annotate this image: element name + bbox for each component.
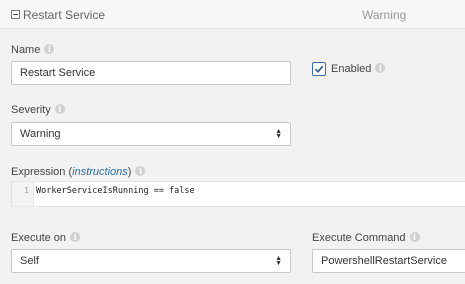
info-icon[interactable]: i xyxy=(54,104,65,114)
severity-label: Severity i xyxy=(11,104,65,116)
severity-select-value: Warning xyxy=(20,128,61,140)
execute-command-value: PowershellRestartService xyxy=(321,255,447,267)
execute-on-select-value: Self xyxy=(20,255,39,267)
header-severity: Warning xyxy=(362,8,407,22)
info-icon[interactable]: i xyxy=(409,232,420,242)
info-icon[interactable]: i xyxy=(135,166,146,176)
checkmark-icon xyxy=(314,65,324,73)
execute-command-input[interactable]: PowershellRestartService xyxy=(312,249,465,273)
instructions-link[interactable]: instructions xyxy=(72,166,128,178)
name-label: Name i xyxy=(11,44,55,56)
severity-label-text: Severity xyxy=(11,104,51,116)
select-arrows-icon: ▲ ▼ xyxy=(275,255,282,267)
execute-on-label: Execute on i xyxy=(11,232,81,244)
line-number: 1 xyxy=(24,186,29,195)
name-input[interactable]: Restart Service xyxy=(11,61,291,85)
name-input-value: Restart Service xyxy=(20,67,96,79)
editor-gutter: 1 xyxy=(12,182,34,206)
info-icon[interactable]: i xyxy=(375,63,386,73)
execute-command-label: Execute Command i xyxy=(312,232,420,244)
monitor-header[interactable]: Restart Service Warning xyxy=(0,0,465,29)
execute-command-label-text: Execute Command xyxy=(312,232,406,244)
expression-label-text: Expression xyxy=(11,166,66,178)
collapse-icon[interactable] xyxy=(11,10,20,19)
name-label-text: Name xyxy=(11,44,41,56)
expression-code[interactable]: WorkerServiceIsRunning == false xyxy=(36,186,195,196)
expression-label: Expression (instructions) i xyxy=(11,166,146,178)
enabled-label-text: Enabled xyxy=(331,63,372,75)
info-icon[interactable]: i xyxy=(70,232,81,242)
select-arrows-icon: ▲ ▼ xyxy=(275,128,282,140)
enabled-label: Enabled i xyxy=(331,63,386,75)
severity-select[interactable]: Warning ▲ ▼ xyxy=(11,122,291,146)
execute-on-label-text: Execute on xyxy=(11,232,67,244)
header-title: Restart Service xyxy=(23,8,106,22)
enabled-checkbox[interactable] xyxy=(312,62,326,76)
expression-editor[interactable]: 1 WorkerServiceIsRunning == false xyxy=(11,181,465,207)
execute-on-select[interactable]: Self ▲ ▼ xyxy=(11,249,291,273)
info-icon[interactable]: i xyxy=(44,44,55,54)
